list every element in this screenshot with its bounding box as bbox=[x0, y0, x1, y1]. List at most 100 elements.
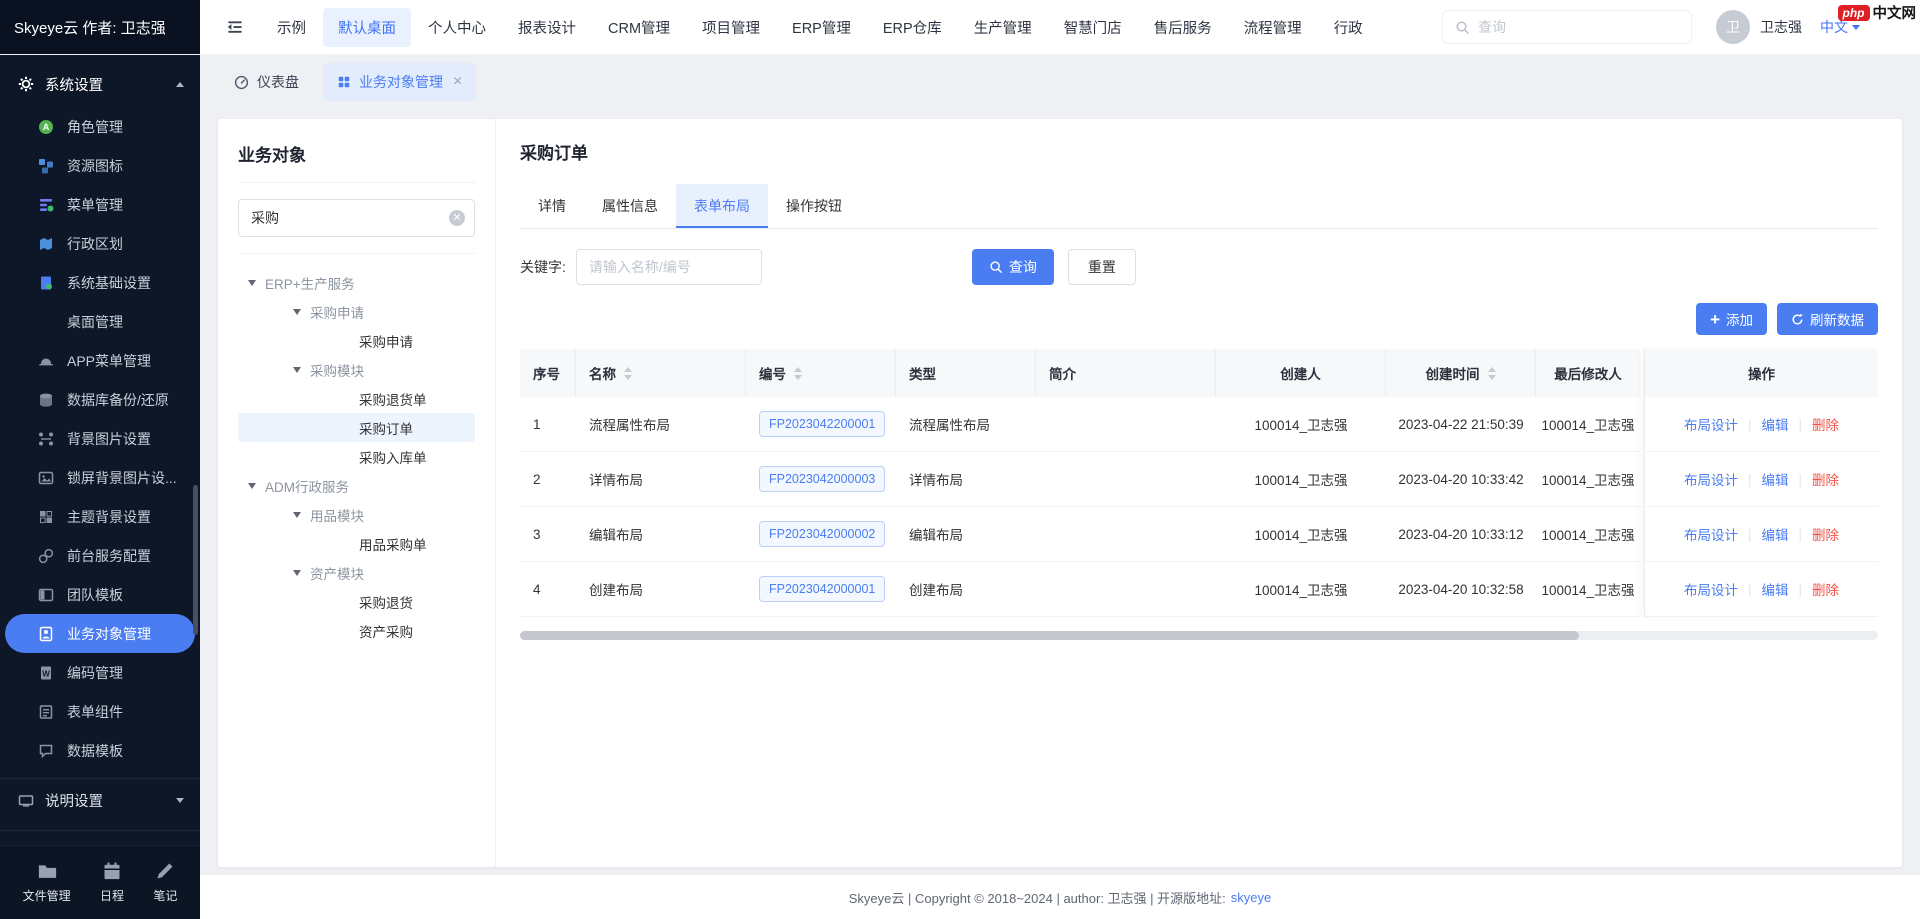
action-布局设计[interactable]: 布局设计 bbox=[1684, 414, 1738, 434]
global-search-input[interactable] bbox=[1478, 19, 1679, 35]
nav-item-行政[interactable]: 行政 bbox=[1319, 8, 1378, 47]
tree-node-采购申请[interactable]: 采购申请 bbox=[238, 297, 475, 326]
detail-tab-详情[interactable]: 详情 bbox=[520, 184, 584, 228]
tree-node-ERP+生产服务[interactable]: ERP+生产服务 bbox=[238, 268, 475, 297]
form-component-icon bbox=[38, 704, 55, 720]
nav-item-智慧门店[interactable]: 智慧门店 bbox=[1049, 8, 1137, 47]
tree-node-采购订单[interactable]: 采购订单 bbox=[238, 413, 475, 442]
tree-search-input[interactable] bbox=[238, 199, 475, 237]
reset-button[interactable]: 重置 bbox=[1068, 249, 1136, 285]
nav-item-生产管理[interactable]: 生产管理 bbox=[959, 8, 1047, 47]
user-name[interactable]: 卫志强 bbox=[1760, 17, 1802, 37]
tree-node-采购入库单[interactable]: 采购入库单 bbox=[238, 442, 475, 471]
action-编辑[interactable]: 编辑 bbox=[1762, 469, 1789, 489]
tree-node-ADM行政服务[interactable]: ADM行政服务 bbox=[238, 471, 475, 500]
tree-node-用品采购单[interactable]: 用品采购单 bbox=[238, 529, 475, 558]
open-tab-label: 仪表盘 bbox=[257, 72, 299, 92]
nav-item-ERP仓库[interactable]: ERP仓库 bbox=[868, 8, 957, 47]
tree-caret-icon[interactable] bbox=[293, 570, 301, 580]
sidebar-scrollbar[interactable] bbox=[193, 485, 198, 635]
sidebar-group-项目业务规划[interactable]: 项目业务规划 bbox=[0, 830, 200, 845]
tree-node-采购退货单[interactable]: 采购退货单 bbox=[238, 384, 475, 413]
action-布局设计[interactable]: 布局设计 bbox=[1684, 524, 1738, 544]
tree-node-用品模块[interactable]: 用品模块 bbox=[238, 500, 475, 529]
action-删除[interactable]: 删除 bbox=[1812, 579, 1839, 599]
action-编辑[interactable]: 编辑 bbox=[1762, 414, 1789, 434]
sidebar-item-锁屏背景图片设...[interactable]: 锁屏背景图片设... bbox=[0, 458, 200, 497]
sidebar-item-角色管理[interactable]: A角色管理 bbox=[0, 107, 200, 146]
tree-node-采购申请[interactable]: 采购申请 bbox=[238, 326, 475, 355]
sort-icons[interactable] bbox=[794, 363, 802, 384]
collapse-sidebar-button[interactable] bbox=[200, 0, 262, 54]
sidebar-item-团队模板[interactable]: 团队模板 bbox=[0, 575, 200, 614]
tree-node-采购退货[interactable]: 采购退货 bbox=[238, 587, 475, 616]
sidebar-item-资源图标[interactable]: 资源图标 bbox=[0, 146, 200, 185]
opensource-link[interactable]: skyeye bbox=[1231, 890, 1271, 905]
sidebar-footer-文件管理[interactable]: 文件管理 bbox=[23, 861, 71, 904]
nav-item-示例[interactable]: 示例 bbox=[262, 8, 321, 47]
sidebar-item-桌面管理[interactable]: 桌面管理 bbox=[0, 302, 200, 341]
action-编辑[interactable]: 编辑 bbox=[1762, 524, 1789, 544]
detail-tab-表单布局[interactable]: 表单布局 bbox=[676, 184, 768, 228]
sidebar-item-主题背景设置[interactable]: 主题背景设置 bbox=[0, 497, 200, 536]
sidebar-item-业务对象管理[interactable]: 业务对象管理 bbox=[5, 614, 195, 653]
action-编辑[interactable]: 编辑 bbox=[1762, 579, 1789, 599]
sidebar-item-数据库备份/还原[interactable]: 数据库备份/还原 bbox=[0, 380, 200, 419]
detail-tab-属性信息[interactable]: 属性信息 bbox=[584, 184, 676, 228]
close-icon[interactable]: × bbox=[453, 74, 462, 90]
sidebar-item-APP菜单管理[interactable]: APP菜单管理 bbox=[0, 341, 200, 380]
open-tab-仪表盘[interactable]: 仪表盘 bbox=[220, 63, 313, 101]
sort-icons[interactable] bbox=[624, 363, 632, 384]
avatar[interactable]: 卫 bbox=[1716, 10, 1750, 44]
action-布局设计[interactable]: 布局设计 bbox=[1684, 469, 1738, 489]
tree-caret-icon[interactable] bbox=[248, 483, 256, 493]
nav-item-ERP管理[interactable]: ERP管理 bbox=[777, 8, 866, 47]
clear-search-icon[interactable]: ✕ bbox=[449, 210, 465, 226]
sidebar-item-表单组件[interactable]: 表单组件 bbox=[0, 692, 200, 731]
tree-node-label: 用品模块 bbox=[310, 505, 364, 525]
tree-node-采购模块[interactable]: 采购模块 bbox=[238, 355, 475, 384]
team-template-icon bbox=[38, 587, 55, 603]
keyword-input[interactable] bbox=[576, 249, 762, 285]
search-button[interactable]: 查询 bbox=[972, 249, 1054, 285]
open-tab-业务对象管理[interactable]: 业务对象管理× bbox=[323, 63, 476, 101]
sidebar-item-行政区划[interactable]: 行政区划 bbox=[0, 224, 200, 263]
action-删除[interactable]: 删除 bbox=[1812, 469, 1839, 489]
tree-caret-icon[interactable] bbox=[293, 309, 301, 319]
sidebar-group-说明设置[interactable]: 说明设置 bbox=[0, 778, 200, 822]
nav-item-报表设计[interactable]: 报表设计 bbox=[503, 8, 591, 47]
sidebar-item-前台服务配置[interactable]: 前台服务配置 bbox=[0, 536, 200, 575]
global-search[interactable] bbox=[1442, 10, 1692, 44]
add-button[interactable]: +添加 bbox=[1696, 303, 1767, 335]
sidebar-item-数据模板[interactable]: 数据模板 bbox=[0, 731, 200, 770]
sidebar-item-编码管理[interactable]: W编码管理 bbox=[0, 653, 200, 692]
nav-item-个人中心[interactable]: 个人中心 bbox=[413, 8, 501, 47]
sidebar-item-菜单管理[interactable]: 菜单管理 bbox=[0, 185, 200, 224]
sidebar-item-系统基础设置[interactable]: 系统基础设置 bbox=[0, 263, 200, 302]
sidebar-footer-笔记[interactable]: 笔记 bbox=[153, 861, 177, 904]
sidebar-item-背景图片设置[interactable]: 背景图片设置 bbox=[0, 419, 200, 458]
nav-item-售后服务[interactable]: 售后服务 bbox=[1139, 8, 1227, 47]
detail-tab-操作按钮[interactable]: 操作按钮 bbox=[768, 184, 860, 228]
column-header-简介: 简介 bbox=[1036, 349, 1216, 397]
tree-caret-icon[interactable] bbox=[293, 512, 301, 522]
tree-node-资产模块[interactable]: 资产模块 bbox=[238, 558, 475, 587]
tree-node-资产采购[interactable]: 资产采购 bbox=[238, 616, 475, 645]
action-删除[interactable]: 删除 bbox=[1812, 414, 1839, 434]
refresh-button[interactable]: 刷新数据 bbox=[1777, 303, 1878, 335]
nav-item-项目管理[interactable]: 项目管理 bbox=[687, 8, 775, 47]
action-布局设计[interactable]: 布局设计 bbox=[1684, 579, 1738, 599]
tree-caret-icon[interactable] bbox=[248, 280, 256, 290]
sidebar-item-label: 业务对象管理 bbox=[67, 624, 151, 644]
sidebar-footer-日程[interactable]: 日程 bbox=[100, 861, 124, 904]
column-header-label: 简介 bbox=[1049, 363, 1076, 383]
nav-item-默认桌面[interactable]: 默认桌面 bbox=[323, 8, 411, 47]
nav-item-CRM管理[interactable]: CRM管理 bbox=[593, 8, 685, 47]
tree-caret-icon[interactable] bbox=[293, 367, 301, 377]
action-删除[interactable]: 删除 bbox=[1812, 524, 1839, 544]
nav-item-流程管理[interactable]: 流程管理 bbox=[1229, 8, 1317, 47]
horizontal-scrollbar-thumb[interactable] bbox=[520, 631, 1579, 640]
cell-modifier: 100014_卫志强 bbox=[1536, 452, 1640, 506]
sidebar-group-system-settings[interactable]: 系统设置 bbox=[0, 61, 200, 107]
sort-icons[interactable] bbox=[1488, 363, 1496, 384]
